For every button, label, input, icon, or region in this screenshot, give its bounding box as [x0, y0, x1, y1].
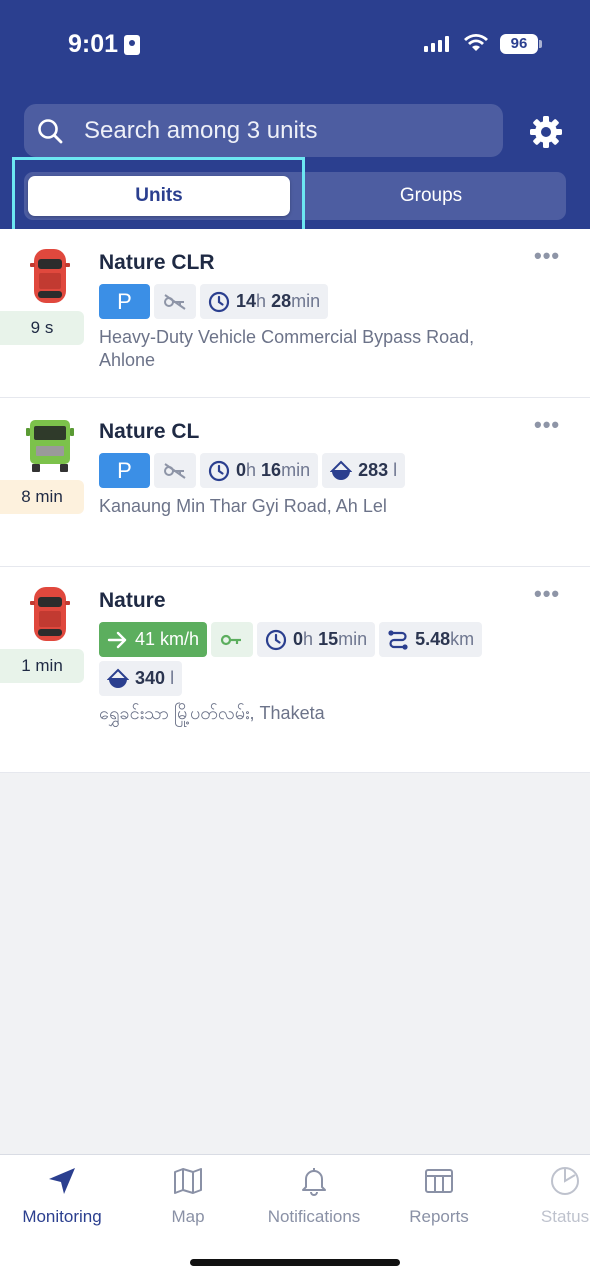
- fuel-value: 283: [358, 460, 389, 480]
- navigation-arrow-icon: [49, 1168, 75, 1194]
- speed-chip: 41 km/h: [99, 622, 208, 657]
- mileage-unit: km: [450, 629, 475, 649]
- duration-hours: 0: [236, 460, 247, 480]
- mileage-chip: 5.48km: [379, 622, 483, 657]
- ignition-off-chip: [154, 453, 196, 488]
- nav-reports[interactable]: Reports: [379, 1165, 499, 1227]
- arrow-right-icon: [107, 631, 127, 648]
- id-card-icon: [124, 34, 141, 55]
- ignition-off-icon: [164, 293, 186, 310]
- clock-icon: [265, 629, 287, 650]
- unit-stats: 41 km/h 0h 15min 5.48km 340 l: [99, 622, 539, 696]
- unit-name: Nature CL: [99, 420, 200, 443]
- hours-unit: h: [303, 629, 314, 649]
- clock-icon: [208, 460, 230, 481]
- cellular-signal-icon: [424, 36, 449, 52]
- minutes-unit: min: [338, 629, 368, 649]
- home-indicator[interactable]: [190, 1259, 400, 1266]
- red-car-icon: [30, 249, 70, 303]
- unit-address: Heavy-Duty Vehicle Commercial Bypass Roa…: [99, 327, 475, 370]
- fuel-unit: l: [393, 460, 398, 480]
- hours-unit: h: [256, 291, 267, 311]
- duration-chip: 14h 28min: [200, 284, 329, 319]
- duration-hours: 0: [293, 629, 304, 649]
- fuel-unit: l: [170, 668, 175, 688]
- last-update-badge: 9 s: [0, 311, 84, 345]
- ignition-off-icon: [164, 462, 186, 479]
- more-options-button[interactable]: •••: [534, 412, 560, 438]
- unit-row[interactable]: 9 s Nature CLR ••• P 14h 28min Heavy-Dut…: [0, 229, 590, 398]
- ignition-off-chip: [154, 284, 196, 319]
- unit-row[interactable]: 8 min Nature CL ••• P 0h 16min 283 l Kan…: [0, 398, 590, 567]
- hours-unit: h: [246, 460, 257, 480]
- status-time: 9:01: [68, 30, 141, 59]
- wifi-icon: [464, 34, 488, 51]
- last-update-badge: 1 min: [0, 649, 84, 683]
- search-placeholder: Search among 3 units: [84, 116, 318, 144]
- nav-label: Notifications: [267, 1207, 361, 1226]
- route-icon: [388, 629, 408, 650]
- more-options-button[interactable]: •••: [534, 243, 560, 269]
- ignition-on-chip: [211, 622, 254, 657]
- duration-hours: 14: [236, 291, 257, 311]
- green-truck-icon: [26, 420, 74, 472]
- map-icon: [174, 1168, 202, 1194]
- clock-icon: [208, 291, 230, 312]
- nav-status[interactable]: Status: [505, 1165, 590, 1227]
- unit-list: 9 s Nature CLR ••• P 14h 28min Heavy-Dut…: [0, 229, 590, 773]
- settings-gear-icon[interactable]: [528, 114, 564, 150]
- key-icon: [220, 634, 242, 645]
- search-input[interactable]: Search among 3 units: [24, 104, 503, 157]
- nav-label: Reports: [409, 1207, 469, 1226]
- fuel-chip: 283 l: [322, 453, 406, 488]
- parking-chip: P: [99, 453, 150, 488]
- unit-name: Nature: [99, 589, 166, 612]
- nav-map[interactable]: Map: [128, 1165, 248, 1227]
- search-icon: [38, 118, 63, 143]
- unit-row[interactable]: 1 min Nature ••• 41 km/h 0h 15min 5.48km…: [0, 567, 590, 773]
- nav-label: Status: [540, 1207, 590, 1226]
- speed-value: 41 km/h: [135, 629, 200, 649]
- status-bar: 9:01 96: [0, 0, 590, 90]
- last-update-badge: 8 min: [0, 480, 84, 514]
- nav-label: Map: [171, 1207, 205, 1226]
- duration-chip: 0h 15min: [257, 622, 376, 657]
- duration-minutes: 28: [271, 291, 292, 311]
- status-icon: [551, 1167, 579, 1195]
- duration-chip: 0h 16min: [200, 453, 319, 488]
- nav-monitoring[interactable]: Monitoring: [2, 1165, 122, 1227]
- unit-address: Kanaung Min Thar Gyi Road, Ah Lel: [99, 496, 387, 516]
- battery-indicator: 96: [500, 34, 542, 54]
- mileage-value: 5.48: [415, 629, 451, 649]
- parking-chip: P: [99, 284, 150, 319]
- unit-stats: P 0h 16min 283 l: [99, 453, 539, 488]
- clock-text: 9:01: [68, 30, 119, 58]
- duration-minutes: 15: [318, 629, 339, 649]
- fuel-level-icon: [330, 460, 353, 480]
- fuel-value: 340: [135, 668, 166, 688]
- minutes-unit: min: [291, 291, 321, 311]
- duration-minutes: 16: [261, 460, 282, 480]
- minutes-unit: min: [281, 460, 311, 480]
- more-options-button[interactable]: •••: [534, 581, 560, 607]
- reports-icon: [425, 1169, 453, 1193]
- nav-label: Monitoring: [22, 1207, 102, 1226]
- nav-notifications[interactable]: Notifications: [254, 1165, 374, 1227]
- fuel-level-icon: [107, 668, 129, 688]
- red-car-icon: [30, 587, 70, 641]
- unit-address: ရွှေခင်းသာ မြို့ပတ်လမ်း, Thaketa: [99, 703, 325, 723]
- unit-name: Nature CLR: [99, 251, 215, 274]
- unit-stats: P 14h 28min: [99, 284, 539, 319]
- bell-icon: [302, 1168, 326, 1196]
- fuel-chip: 340 l: [99, 661, 183, 696]
- tab-groups[interactable]: Groups: [300, 176, 562, 216]
